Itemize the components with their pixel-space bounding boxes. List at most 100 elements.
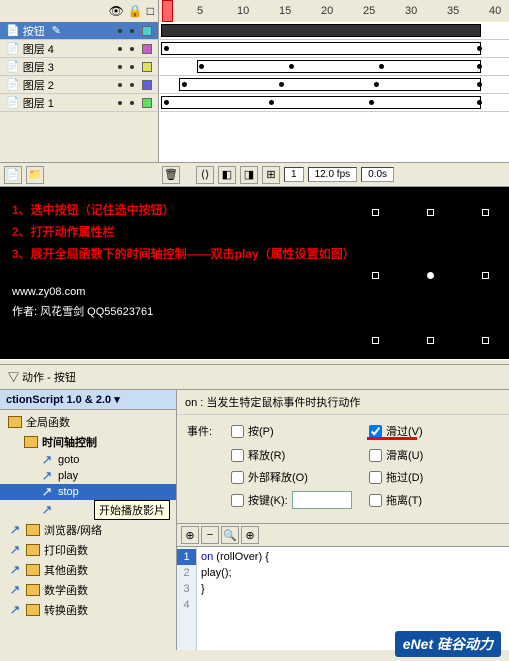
selection-handle[interactable] [482,209,489,216]
layer-2[interactable]: 📄 图层 2 [0,76,158,93]
layer-3[interactable]: 📄 图层 3 [0,58,158,75]
event-form: 事件: 按(P) 滑过(V) 释放(R) 滑离(U) 外部释放(O) 拖过(D)… [177,415,509,523]
timeline-panel: 👁 🔒 □ 1 5 10 15 20 25 30 35 40 📄 按钮 ✎ [0,0,509,187]
ruler-tick: 15 [279,5,291,17]
layer-1[interactable]: 📄 图层 1 [0,94,158,111]
tree-other[interactable]: ↗其他函数 [0,560,176,580]
event-releaseout-checkbox[interactable] [231,471,244,484]
event-dragover-checkbox[interactable] [369,471,382,484]
tree-play[interactable]: ↗play [0,468,176,484]
layer-icon: 📄 [6,24,20,37]
keypress-input[interactable] [292,491,352,509]
outline-icon[interactable]: □ [147,4,154,18]
stage-url: www.zy08.com [12,283,497,301]
layer-label: 按钮 [23,23,45,39]
layer-label: 图层 2 [23,77,54,93]
onion2-icon[interactable]: ◧ [218,166,236,184]
actions-panel: ctionScript 1.0 & 2.0 ▾ 全局函数 时间轴控制 ↗goto… [0,390,509,650]
selection-handle[interactable] [482,337,489,344]
stage-area[interactable]: 1、选中按钮（记住选中按钮） 2、打开动作属性栏 3、展开全局函数下的时间轴控制… [0,187,509,359]
layer-icon: 📄 [6,96,20,109]
fps-display: 12.0 fps [308,167,358,182]
time-display: 0.0s [361,167,394,182]
frame-track[interactable] [158,76,509,93]
tree-math[interactable]: ↗数学函数 [0,580,176,600]
tree-browser[interactable]: ↗浏览器/网络 [0,520,176,540]
layer-label: 图层 3 [23,59,54,75]
frame-track[interactable] [158,40,509,57]
onion4-icon[interactable]: ⊞ [262,166,280,184]
ruler-tick: 25 [363,5,375,17]
event-rollout-checkbox[interactable] [369,449,382,462]
event-rollout-label: 滑离(U) [386,447,423,463]
ruler-tick: 35 [447,5,459,17]
target-icon[interactable]: ⊕ [241,526,259,544]
code-line-3: } [201,581,505,597]
selection-handle[interactable] [372,209,379,216]
events-label: 事件: [187,423,223,439]
playhead[interactable] [162,0,173,22]
code-toolbar: ⊕ − 🔍 ⊕ [177,523,509,547]
event-press-checkbox[interactable] [231,425,244,438]
event-keypress-checkbox[interactable] [231,494,244,507]
event-releaseout-label: 外部释放(O) [248,469,308,485]
highlight-underline [367,437,417,440]
selection-handle[interactable] [372,272,379,279]
onion-icon[interactable]: ⟨⟩ [196,166,214,184]
onion3-icon[interactable]: ◨ [240,166,258,184]
layer-icon: 📄 [6,78,20,91]
add-script-icon[interactable]: ⊕ [181,526,199,544]
on-description: on : 当发生特定鼠标事件时执行动作 [177,390,509,415]
tree-convert[interactable]: ↗转换函数 [0,600,176,620]
layer-icon: 📄 [6,60,20,73]
event-release-label: 释放(R) [248,447,285,463]
layer-header: 👁 🔒 □ [0,0,158,22]
selection-handle[interactable] [427,337,434,344]
center-handle[interactable] [427,272,434,279]
event-release-checkbox[interactable] [231,449,244,462]
frame-ruler[interactable]: 1 5 10 15 20 25 30 35 40 [159,0,509,22]
remove-script-icon[interactable]: − [201,526,219,544]
pencil-icon: ✎ [52,24,61,37]
selection-handle[interactable] [372,337,379,344]
script-version-selector[interactable]: ctionScript 1.0 & 2.0 ▾ [0,390,176,410]
layer-icon: 📄 [6,42,20,55]
tree-global-functions[interactable]: 全局函数 [0,412,176,432]
ruler-tick: 30 [405,5,417,17]
layer-label: 图层 4 [23,41,54,57]
layer-label: 图层 1 [23,95,54,111]
frame-track[interactable] [158,22,509,39]
ruler-tick: 10 [237,5,249,17]
frame-track[interactable] [158,58,509,75]
tree-timeline-control[interactable]: 时间轴控制 [0,432,176,452]
code-line-2: play(); [201,565,505,581]
layer-4[interactable]: 📄 图层 4 [0,40,158,57]
tree-stop[interactable]: ↗stop [0,484,176,500]
script-tree-pane: ctionScript 1.0 & 2.0 ▾ 全局函数 时间轴控制 ↗goto… [0,390,177,650]
add-layer-icon[interactable]: 📄 [4,166,22,184]
ruler-tick: 5 [197,5,203,17]
tree-goto[interactable]: ↗goto [0,452,176,468]
stage-author: 作者: 风花雪剑 QQ55623761 [12,303,497,321]
line-gutter: 1234 [177,547,197,650]
instruction-3: 3、展开全局函数下的时间轴控制——双击play（属性设置如图） [12,243,497,265]
instruction-2: 2、打开动作属性栏 [12,221,497,243]
lock-icon[interactable]: 🔒 [128,4,143,18]
selection-handle[interactable] [427,209,434,216]
event-press-label: 按(P) [248,423,274,439]
find-icon[interactable]: 🔍 [221,526,239,544]
actions-panel-title[interactable]: ▽ 动作 - 按钮 [0,365,509,390]
add-folder-icon[interactable]: 📁 [26,166,44,184]
ruler-tick: 40 [489,5,501,17]
selection-handle[interactable] [482,272,489,279]
event-dragout-checkbox[interactable] [369,494,382,507]
ruler-tick: 20 [321,5,333,17]
eye-icon[interactable]: 👁 [109,4,124,18]
layer-button[interactable]: 📄 按钮 ✎ [0,22,158,39]
trash-icon[interactable]: 🗑 [162,166,180,184]
instruction-1: 1、选中按钮（记住选中按钮） [12,199,497,221]
frame-track[interactable] [158,94,509,111]
watermark-logo: eNet 硅谷动力 [395,631,501,657]
tooltip-play: 开始播放影片 [94,500,170,520]
tree-print[interactable]: ↗打印函数 [0,540,176,560]
